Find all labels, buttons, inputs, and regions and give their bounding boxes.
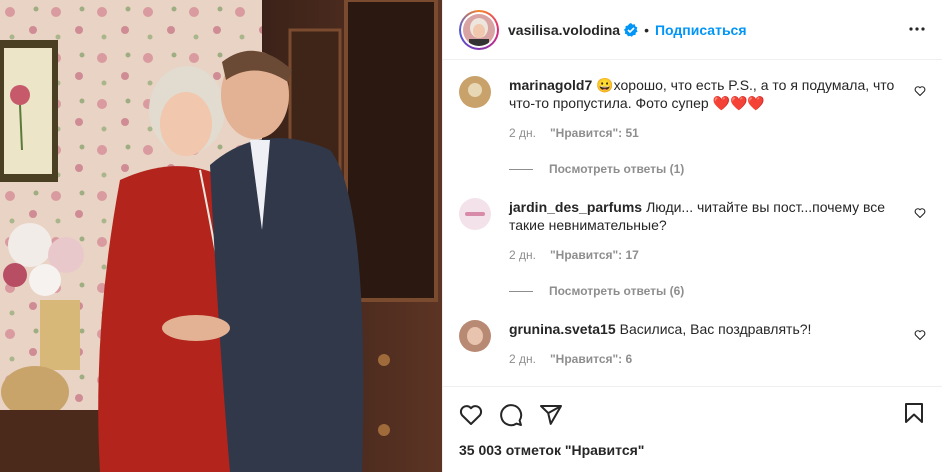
post-side-panel: vasilisa.volodina • Подписаться marinago… [442,0,942,472]
post-author-username[interactable]: vasilisa.volodina [508,22,620,38]
comment-body: grunina.sveta15 Василиса, Вас поздравлять… [509,320,899,366]
verified-badge-icon [624,22,638,37]
photo-illustration [0,0,442,472]
profile-avatar[interactable] [459,9,499,50]
post-actions-bar [443,386,942,442]
more-options-icon[interactable] [908,20,926,43]
comment-icon[interactable] [499,403,523,427]
instagram-post: vasilisa.volodina • Подписаться marinago… [0,0,942,472]
comment-likes[interactable]: "Нравится": 6 [550,352,632,366]
heart-icon[interactable] [914,328,926,346]
view-replies-label: Посмотреть ответы (6) [549,284,685,298]
comment-username[interactable]: marinagold7 [509,77,592,93]
post-header: vasilisa.volodina • Подписаться [443,0,942,60]
comment-avatar[interactable] [459,198,491,230]
comment-time[interactable]: 2 дн. [509,352,536,366]
comment-item: jardin_des_parfums Люди... читайте вы пос… [459,198,926,262]
comment-text: Василиса, Вас поздравлять?! [619,321,812,337]
comment-text-block: marinagold7 😀хорошо, что есть P.S., а то … [509,76,899,112]
comment-likes[interactable]: "Нравится": 51 [550,126,639,140]
comment-item: grunina.sveta15 Василиса, Вас поздравлять… [459,320,926,366]
heart-icon[interactable] [914,206,926,224]
comment-time[interactable]: 2 дн. [509,126,536,140]
comment-username[interactable]: grunina.sveta15 [509,321,616,337]
avatar-image [463,13,495,46]
comment-time[interactable]: 2 дн. [509,248,536,262]
comment-item: marinagold7 😀хорошо, что есть P.S., а то … [459,76,926,140]
comment-avatar[interactable] [459,76,491,108]
post-photo[interactable] [0,0,442,472]
header-separator: • [644,21,649,38]
post-likes-count[interactable]: 35 003 отметок "Нравится" [443,442,942,472]
comment-text-block: jardin_des_parfums Люди... читайте вы пос… [509,198,899,234]
comment-username[interactable]: jardin_des_parfums [509,199,642,215]
comment-meta: 2 дн. "Нравится": 51 [509,126,899,140]
view-replies-button[interactable]: Посмотреть ответы (6) [509,284,926,298]
replies-line [509,168,533,170]
comment-text-block: grunina.sveta15 Василиса, Вас поздравлять… [509,320,899,338]
comment-avatar[interactable] [459,320,491,352]
view-replies-label: Посмотреть ответы (1) [549,162,685,176]
comment-meta: 2 дн. "Нравится": 6 [509,352,899,366]
comments-list[interactable]: marinagold7 😀хорошо, что есть P.S., а то … [443,60,942,386]
bookmark-icon[interactable] [902,401,926,430]
heart-icon[interactable] [914,84,926,102]
share-icon[interactable] [539,403,563,427]
comment-meta: 2 дн. "Нравится": 17 [509,248,899,262]
avatar-border [461,11,497,48]
view-replies-button[interactable]: Посмотреть ответы (1) [509,162,926,176]
comment-body: jardin_des_parfums Люди... читайте вы пос… [509,198,899,262]
comment-likes[interactable]: "Нравится": 17 [550,248,639,262]
replies-line [509,290,533,292]
heart-icon[interactable] [459,403,483,427]
comment-body: marinagold7 😀хорошо, что есть P.S., а то … [509,76,899,140]
follow-button[interactable]: Подписаться [655,22,747,38]
